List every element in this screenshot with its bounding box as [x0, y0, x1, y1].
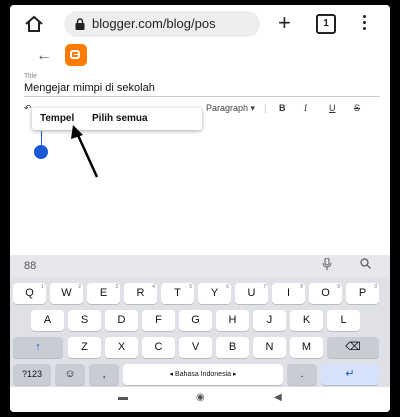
key-r[interactable]: R4: [124, 283, 157, 304]
key-c[interactable]: C: [142, 337, 175, 358]
key-u[interactable]: U7: [235, 283, 268, 304]
key-t[interactable]: T5: [161, 283, 194, 304]
key-x[interactable]: X: [105, 337, 138, 358]
undo-icon[interactable]: ↶: [24, 103, 32, 114]
system-nav-bar: ▬ ◉ ◀: [10, 387, 390, 412]
period-key[interactable]: .: [287, 364, 317, 385]
key-l[interactable]: L: [327, 310, 360, 331]
key-h[interactable]: H: [216, 310, 249, 331]
key-d[interactable]: D: [105, 310, 138, 331]
comma-key[interactable]: ,: [89, 364, 119, 385]
toolbar-divider: |: [264, 103, 267, 113]
url-text: blogger.com/blog/pos: [92, 16, 216, 31]
key-y[interactable]: Y6: [198, 283, 231, 304]
key-f[interactable]: F: [142, 310, 175, 331]
blogger-logo-icon: [65, 44, 87, 66]
key-p[interactable]: P0: [346, 283, 379, 304]
key-k[interactable]: K: [290, 310, 323, 331]
space-key[interactable]: ◂ Bahasa Indonesia ▸: [123, 364, 283, 385]
overflow-menu-icon[interactable]: [363, 15, 367, 33]
back-arrow-icon[interactable]: ←: [36, 47, 52, 65]
text-context-menu: Tempel Pilih semua: [32, 108, 202, 130]
emoji-key[interactable]: ☺: [55, 364, 85, 385]
cursor-handle[interactable]: [34, 145, 48, 159]
key-j[interactable]: J: [253, 310, 286, 331]
key-s[interactable]: S: [68, 310, 101, 331]
grid-icon[interactable]: 88: [24, 260, 36, 272]
paste-menu-item[interactable]: Tempel: [40, 113, 74, 124]
strikethrough-button[interactable]: S: [354, 103, 360, 113]
key-w[interactable]: W2: [50, 283, 83, 304]
key-e[interactable]: E3: [87, 283, 120, 304]
key-m[interactable]: M: [290, 337, 323, 358]
key-v[interactable]: V: [179, 337, 212, 358]
new-tab-button[interactable]: +: [278, 10, 291, 36]
home-icon[interactable]: [24, 14, 44, 34]
paragraph-label: Paragraph: [206, 103, 249, 113]
recent-apps-icon[interactable]: ▬: [118, 392, 128, 403]
title-input[interactable]: Mengejar mimpi di sekolah: [24, 82, 155, 94]
paragraph-dropdown[interactable]: Paragraph ▾: [206, 103, 255, 114]
browser-toolbar: blogger.com/blog/pos + 1: [10, 5, 390, 43]
search-icon[interactable]: [360, 258, 371, 272]
key-z[interactable]: Z: [68, 337, 101, 358]
phone-screen: blogger.com/blog/pos + 1 ← Title Mengeja…: [10, 5, 390, 412]
key-n[interactable]: N: [253, 337, 286, 358]
key-i[interactable]: I8: [272, 283, 305, 304]
shift-key[interactable]: ↑: [13, 337, 63, 358]
annotation-arrow-icon: [71, 125, 99, 178]
home-nav-icon[interactable]: ◉: [196, 392, 205, 403]
title-underline: [24, 96, 380, 97]
underline-button[interactable]: U: [329, 103, 336, 113]
lock-icon: [75, 18, 85, 30]
symbols-key[interactable]: ?123: [13, 364, 51, 385]
select-all-menu-item[interactable]: Pilih semua: [92, 113, 148, 124]
keyboard-suggestion-bar: 88: [10, 255, 390, 277]
key-b[interactable]: B: [216, 337, 249, 358]
mic-icon[interactable]: [322, 257, 332, 273]
enter-key[interactable]: ↵: [321, 364, 379, 385]
address-bar[interactable]: blogger.com/blog/pos: [64, 11, 260, 37]
tab-switcher-button[interactable]: 1: [316, 14, 336, 34]
back-nav-icon[interactable]: ◀: [274, 392, 282, 403]
key-g[interactable]: G: [179, 310, 212, 331]
backspace-key[interactable]: ⌫: [327, 337, 379, 358]
italic-button[interactable]: I: [304, 103, 307, 113]
key-q[interactable]: Q1: [13, 283, 46, 304]
title-label: Title: [24, 73, 37, 80]
key-o[interactable]: O9: [309, 283, 342, 304]
soft-keyboard: Q1 W2 E3 R4 T5 Y6 U7 I8 O9 P0 A S D F G …: [10, 277, 390, 387]
bold-button[interactable]: B: [279, 103, 286, 113]
chevron-down-icon: ▾: [250, 103, 256, 113]
app-header: ←: [10, 43, 390, 71]
key-a[interactable]: A: [31, 310, 64, 331]
